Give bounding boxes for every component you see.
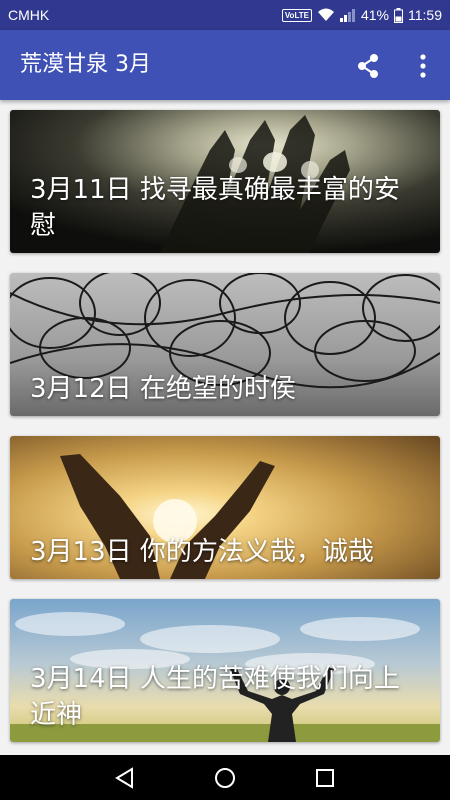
back-button[interactable]	[111, 764, 139, 792]
battery-percent: 41%	[360, 7, 389, 23]
app-bar: 荒漠甘泉 3月	[0, 30, 450, 100]
share-button[interactable]	[354, 51, 384, 81]
volte-badge: VoLTE	[281, 8, 312, 22]
list-item[interactable]: 3月14日 人生的苦难使我们向上近神	[10, 599, 440, 742]
home-button[interactable]	[211, 764, 239, 792]
more-vert-icon	[420, 54, 426, 78]
more-options-button[interactable]	[408, 51, 438, 81]
back-icon	[115, 767, 133, 789]
card-title: 3月13日 你的方法义哉，诚哉	[30, 537, 374, 567]
list-item[interactable]: 3月13日 你的方法义哉，诚哉	[10, 436, 440, 579]
clock: 11:59	[408, 7, 442, 23]
wifi-icon	[317, 8, 335, 22]
list-item[interactable]: 3月11日 找寻最真确最丰富的安慰	[10, 110, 440, 253]
navigation-bar	[0, 755, 450, 800]
carrier-label: CMHK	[8, 7, 50, 23]
card-title: 3月12日 在绝望的时侯	[30, 374, 296, 404]
share-icon	[358, 54, 378, 78]
card-title: 3月14日 人生的苦难使我们向上近神	[30, 664, 400, 730]
signal-icon	[339, 8, 356, 22]
page-title: 荒漠甘泉 3月	[20, 52, 151, 77]
recents-button[interactable]	[311, 764, 339, 792]
list-item[interactable]: 3月12日 在绝望的时侯	[10, 273, 440, 416]
devotional-list[interactable]: 3月11日 找寻最真确最丰富的安慰 3月12日 在绝望的时侯 3月13日 你的方…	[0, 100, 450, 755]
status-icons: VoLTE 41% 11:59	[281, 4, 442, 26]
card-title: 3月11日 找寻最真确最丰富的安慰	[30, 175, 400, 241]
home-icon	[215, 768, 235, 788]
battery-icon	[394, 7, 403, 23]
recents-icon	[316, 769, 334, 787]
status-bar: CMHK VoLTE 41% 11:59	[0, 0, 450, 30]
